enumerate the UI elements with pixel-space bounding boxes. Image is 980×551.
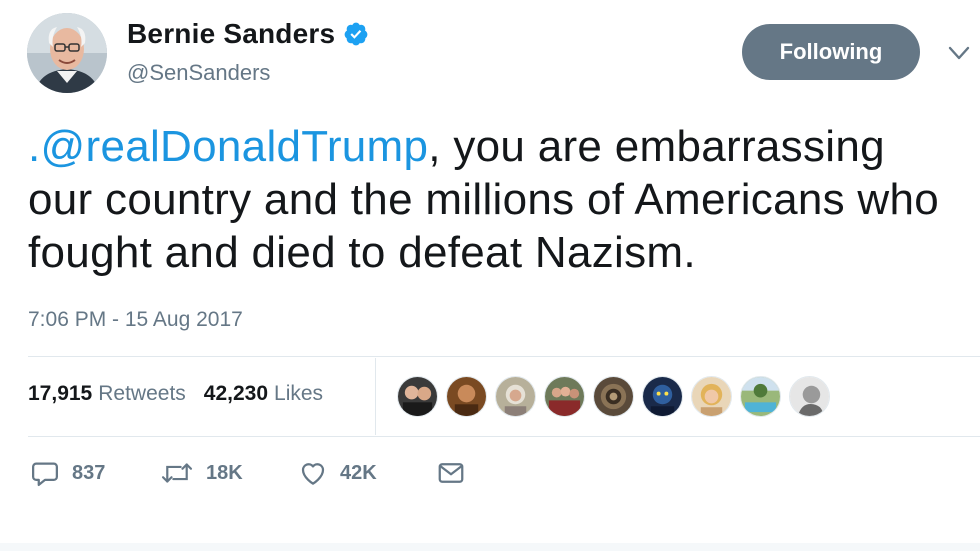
heart-icon	[301, 463, 325, 485]
stats-separator	[375, 358, 376, 435]
liker-avatar[interactable]	[397, 376, 438, 417]
liker-avatar[interactable]	[691, 376, 732, 417]
avatar-portrait-icon	[447, 377, 486, 416]
likes-count: 42,230	[203, 382, 269, 405]
avatar-woman-icon	[496, 377, 535, 416]
retweet-icon	[161, 463, 193, 483]
liker-avatar[interactable]	[544, 376, 585, 417]
divider	[28, 356, 980, 357]
liker-avatar[interactable]	[495, 376, 536, 417]
liker-avatar[interactable]	[789, 376, 830, 417]
reply-button[interactable]: 837	[30, 458, 160, 488]
tweet-stats: 17,915 Retweets 42,230 Likes	[28, 382, 323, 406]
user-handle[interactable]: @SenSanders	[127, 60, 270, 86]
chevron-down-icon[interactable]	[944, 40, 974, 66]
liked-by-avatars	[397, 376, 830, 417]
tweet-actions: 837 18K 42K	[30, 458, 466, 488]
bottom-strip	[0, 543, 980, 551]
reply-count: 837	[72, 461, 106, 484]
envelope-icon	[438, 463, 464, 483]
reply-icon	[32, 462, 58, 486]
retweet-button[interactable]: 18K	[160, 458, 298, 488]
profile-photo-icon	[27, 13, 107, 93]
tweet-text: .@realDonaldTrump, you are embarrassing …	[28, 120, 958, 279]
retweets-count: 17,915	[28, 382, 93, 405]
tweet-timestamp[interactable]: 7:06 PM - 15 Aug 2017	[28, 308, 243, 332]
likes-label: Likes	[274, 382, 324, 405]
following-button[interactable]: Following	[742, 24, 920, 80]
liker-avatar[interactable]	[446, 376, 487, 417]
retweets-label: Retweets	[98, 382, 186, 405]
likes-stat[interactable]: 42,230 Likes	[204, 382, 323, 406]
like-count: 42K	[340, 461, 377, 484]
avatar-pool-icon	[741, 377, 780, 416]
tweet-card: Bernie Sanders @SenSanders Following .@r…	[0, 0, 980, 551]
avatar-blonde-icon	[692, 377, 731, 416]
avatar-group-icon	[545, 377, 584, 416]
direct-message-button[interactable]	[436, 458, 466, 488]
display-name[interactable]: Bernie Sanders	[127, 18, 335, 50]
avatar-grey-icon	[790, 377, 829, 416]
user-avatar[interactable]	[27, 13, 107, 93]
retweets-stat[interactable]: 17,915 Retweets	[28, 382, 186, 406]
liker-avatar[interactable]	[642, 376, 683, 417]
name-row: Bernie Sanders	[127, 18, 369, 50]
divider	[28, 436, 980, 437]
liker-avatar[interactable]	[593, 376, 634, 417]
retweet-count: 18K	[206, 461, 243, 484]
like-button[interactable]: 42K	[298, 458, 436, 488]
avatar-pattern-icon	[594, 377, 633, 416]
avatar-blue-icon	[643, 377, 682, 416]
liker-avatar[interactable]	[740, 376, 781, 417]
mention-link[interactable]: .@realDonaldTrump	[28, 122, 428, 171]
verified-badge-icon	[344, 22, 368, 46]
avatar-couple-icon	[398, 377, 437, 416]
